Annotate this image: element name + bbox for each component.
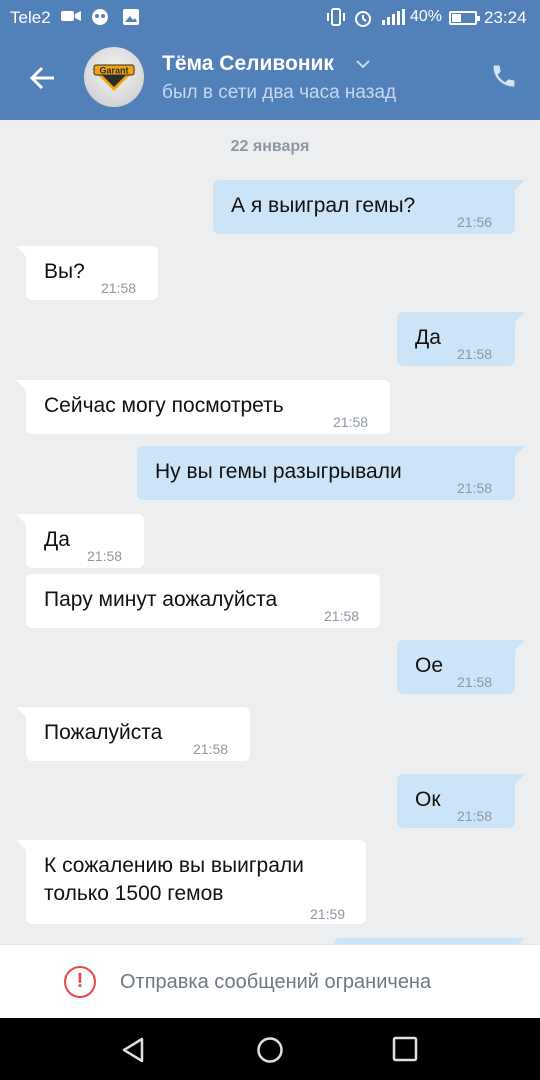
message-time: 21:58 [101, 280, 137, 296]
message-incoming[interactable]: Да 21:58 [16, 514, 144, 568]
message-text: Ок [415, 788, 441, 811]
chevron-down-icon[interactable] [355, 58, 371, 70]
avatar[interactable]: Garant [84, 47, 144, 107]
date-separator: 22 января [230, 138, 310, 155]
vibrate-icon [326, 8, 346, 31]
battery-percent: 40% [410, 8, 443, 25]
battery-level [452, 14, 461, 22]
message-incoming[interactable]: К сожалению вы выиграли только 1500 гемо… [16, 840, 366, 924]
nav-back-icon[interactable] [120, 1036, 148, 1064]
message-time: 21:58 [324, 608, 360, 624]
image-icon [122, 8, 140, 31]
clock: 23:24 [484, 8, 527, 27]
battery-icon [449, 11, 480, 25]
message-text: Пару минут аожалуйста [44, 588, 278, 611]
alarm-icon [353, 8, 373, 33]
nav-home-icon[interactable] [256, 1036, 284, 1064]
message-time: 21:56 [457, 214, 493, 230]
message-list[interactable]: 22 января А я выиграл гемы? 21:56 Вы? 21… [0, 120, 540, 944]
message-incoming[interactable]: Вы? 21:58 [16, 246, 158, 300]
message-outgoing[interactable]: Ок 21:58 [397, 774, 525, 828]
message-time: 21:58 [457, 346, 493, 362]
system-navigation-bar [0, 1018, 540, 1080]
video-icon [60, 8, 82, 29]
message-text: Да [44, 528, 70, 551]
nav-recents-icon[interactable] [392, 1036, 418, 1062]
chat-header: Tele2 40% 23:24 Garant Тёма Селивоник бы… [0, 0, 540, 120]
signal-icon [380, 8, 406, 31]
message-outgoing[interactable]: А я выиграл гемы? 21:56 [213, 180, 525, 234]
restriction-bar: ! Отправка сообщений ограничена [0, 944, 540, 1018]
message-outgoing[interactable]: Ое 21:58 [397, 640, 525, 694]
garant-logo: Garant [92, 64, 136, 91]
message-text: К сожалению вы выиграли [44, 854, 304, 877]
message-outgoing[interactable]: Ну вы гемы разыгрывали 21:58 [137, 446, 525, 500]
message-time: 21:58 [457, 808, 493, 824]
message-incoming[interactable]: Пожалуйста 21:58 [16, 707, 250, 761]
phone-icon[interactable] [490, 62, 518, 90]
message-outgoing[interactable]: Да 21:58 [397, 312, 525, 366]
warning-icon: ! [64, 966, 96, 998]
last-seen-status: был в сети два часа назад [162, 82, 397, 103]
restriction-message: Отправка сообщений ограничена [120, 971, 432, 993]
message-time: 21:58 [193, 741, 229, 757]
status-bar: Tele2 40% 23:24 [0, 0, 540, 36]
message-incoming[interactable]: Сейчас могу посмотреть 21:58 [16, 380, 390, 434]
message-text: Пожалуйста [44, 721, 163, 744]
message-time: 21:58 [87, 548, 123, 564]
arrow-left-icon [29, 66, 54, 90]
message-text: Сейчас могу посмотреть [44, 394, 284, 417]
back-button[interactable] [24, 58, 64, 98]
message-time: 21:58 [333, 414, 369, 430]
svg-text:Garant: Garant [99, 66, 128, 76]
message-time: 21:58 [457, 480, 493, 496]
game-icon [90, 8, 110, 31]
message-text: Вы? [44, 260, 85, 283]
message-text: Ну вы гемы разыгрывали [155, 460, 402, 483]
message-time: 21:59 [310, 906, 346, 922]
message-time: 21:58 [457, 674, 493, 690]
carrier-label: Tele2 [10, 8, 51, 27]
message-incoming[interactable]: Пару минут аожалуйста 21:58 [26, 574, 380, 628]
contact-name[interactable]: Тёма Селивоник [162, 52, 334, 76]
message-text: Да [415, 326, 441, 349]
message-text: Ое [415, 654, 444, 677]
message-text: А я выиграл гемы? [231, 194, 416, 217]
